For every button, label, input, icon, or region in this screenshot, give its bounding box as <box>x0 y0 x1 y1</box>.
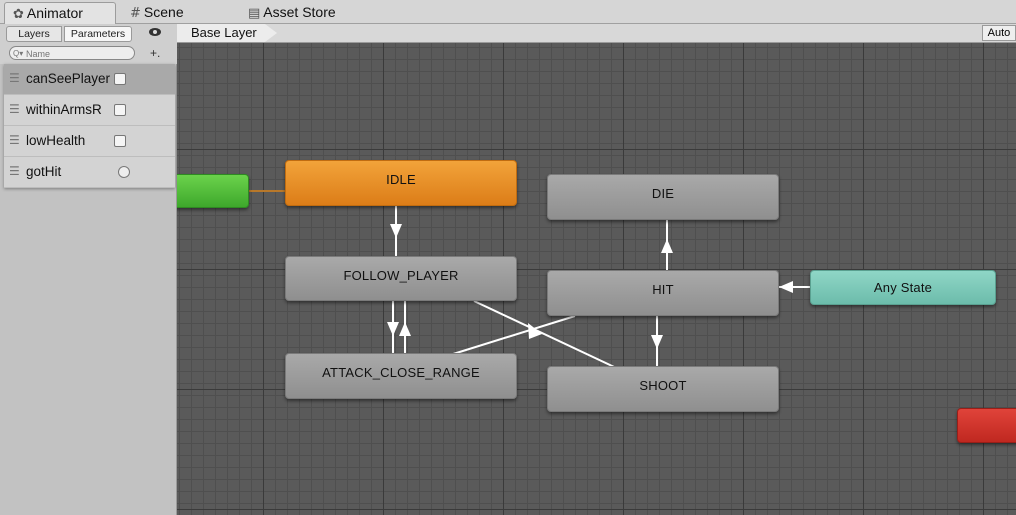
transition-hit-attack[interactable] <box>449 315 576 356</box>
state-label: DIE <box>651 186 675 201</box>
tab-animator[interactable]: ✿ Animator <box>4 2 116 24</box>
parameter-item[interactable]: ☰ lowHealth <box>4 126 175 157</box>
drag-handle-icon[interactable]: ☰ <box>9 102 20 116</box>
search-icon: Q▾ <box>13 49 24 58</box>
state-die[interactable]: DIE <box>547 174 779 220</box>
state-label: Any State <box>873 280 933 295</box>
parameters-tab-button[interactable]: Parameters <box>64 26 132 42</box>
scene-icon: # <box>130 6 141 21</box>
state-label: IDLE <box>386 172 416 187</box>
eye-icon[interactable] <box>148 26 162 41</box>
search-row: Q▾ +. <box>0 44 177 64</box>
transition-arrow <box>661 239 673 253</box>
transition-arrow <box>399 322 411 336</box>
tab-asset-store[interactable]: ▤ Asset Store <box>240 2 350 24</box>
tab-asset-store-label: Asset Store <box>263 4 336 20</box>
state-idle[interactable]: IDLE <box>285 160 517 206</box>
graph-toolbar: Base Layer Auto <box>177 24 1016 43</box>
trigger-radio[interactable] <box>118 166 130 178</box>
tab-scene[interactable]: # Scene <box>122 2 202 24</box>
add-parameter-button[interactable]: +. <box>150 46 160 60</box>
state-follow-player[interactable]: FOLLOW_PLAYER <box>285 256 517 301</box>
drag-handle-icon[interactable]: ☰ <box>9 71 20 85</box>
state-label: HIT <box>652 282 674 297</box>
parameter-name[interactable]: lowHealth <box>26 133 85 148</box>
state-label: FOLLOW_PLAYER <box>343 268 459 283</box>
breadcrumb-base-layer[interactable]: Base Layer <box>177 24 277 42</box>
search-input[interactable] <box>26 49 116 59</box>
layers-tab-button[interactable]: Layers <box>6 26 62 42</box>
tab-scene-label: Scene <box>143 4 184 20</box>
parameter-name[interactable]: withinArmsR <box>26 102 102 117</box>
asset-store-icon: ▤ <box>248 6 261 21</box>
state-attack-close-range[interactable]: ATTACK_CLOSE_RANGE <box>285 353 517 399</box>
parameter-item[interactable]: ☰ gotHit <box>4 157 175 188</box>
transition-arrow <box>387 322 399 336</box>
entry-state[interactable] <box>177 174 249 208</box>
parameter-name[interactable]: gotHit <box>26 164 61 179</box>
state-hit[interactable]: HIT <box>547 270 779 316</box>
drag-handle-icon[interactable]: ☰ <box>9 164 20 178</box>
bool-checkbox[interactable] <box>114 135 126 147</box>
search-field[interactable]: Q▾ <box>9 46 135 60</box>
exit-state[interactable] <box>957 408 1016 443</box>
bool-checkbox[interactable] <box>114 73 126 85</box>
transition-arrow <box>390 224 402 238</box>
parameter-item[interactable]: ☰ withinArmsR <box>4 95 175 126</box>
state-label: ATTACK_CLOSE_RANGE <box>322 365 480 380</box>
auto-live-link-button[interactable]: Auto <box>982 25 1016 41</box>
state-label: SHOOT <box>639 378 687 393</box>
transition-arrow <box>651 335 663 349</box>
parameter-list: ☰ canSeePlayer ☰ withinArmsR ☰ lowHealth… <box>4 64 175 188</box>
state-shoot[interactable]: SHOOT <box>547 366 779 412</box>
transition-arrow <box>779 281 793 293</box>
tab-animator-label: Animator <box>26 5 83 21</box>
state-machine-graph[interactable]: IDLE DIE FOLLOW_PLAYER HIT Any State ATT… <box>177 43 1016 515</box>
any-state[interactable]: Any State <box>810 270 996 305</box>
parameter-item[interactable]: ☰ canSeePlayer <box>4 64 175 95</box>
parameter-name[interactable]: canSeePlayer <box>26 71 110 86</box>
animator-icon: ✿ <box>13 7 24 22</box>
parameters-panel: Layers Parameters Q▾ +. ☰ canSeePlayer ☰… <box>0 24 177 515</box>
drag-handle-icon[interactable]: ☰ <box>9 133 20 147</box>
bool-checkbox[interactable] <box>114 104 126 116</box>
panel-toolbar: Layers Parameters <box>0 24 177 44</box>
window-tab-bar: ✿ Animator # Scene ▤ Asset Store <box>0 0 1016 24</box>
